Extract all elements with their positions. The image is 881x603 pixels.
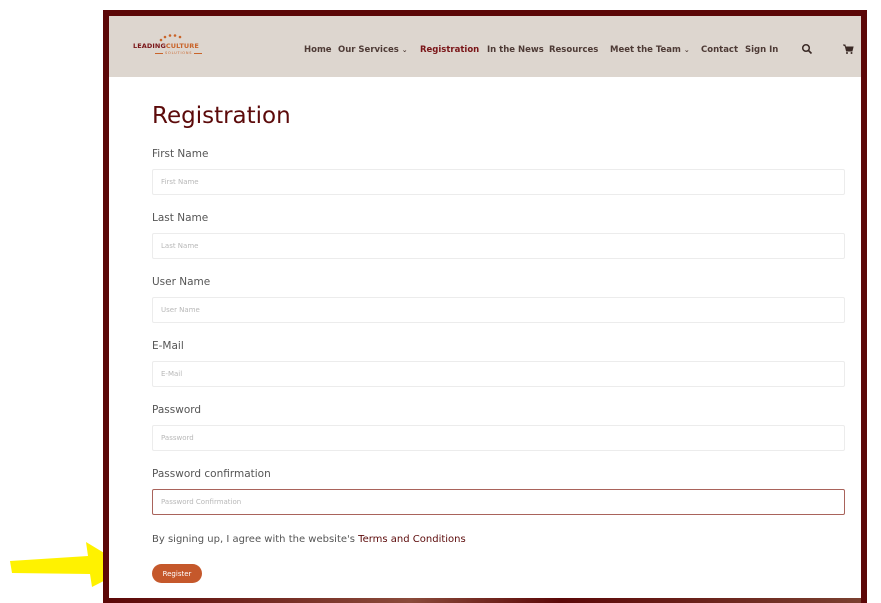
nav-meet-the-team[interactable]: Meet the Team ⌄ [610,45,690,55]
registration-content: Registration First Name Last Name User N… [109,77,861,603]
chevron-down-icon: ⌄ [683,46,690,54]
logo-arc-icon [159,34,182,42]
nav-meet-the-team-label: Meet the Team [610,45,681,55]
password-confirmation-label: Password confirmation [152,468,271,480]
nav-registration[interactable]: Registration [420,45,479,55]
register-button[interactable]: Register [152,564,202,583]
password-label: Password [152,404,202,416]
last-name-field[interactable] [152,233,845,259]
last-name-label: Last Name [152,212,209,224]
user-name-label: User Name [152,276,211,288]
password-field[interactable] [152,425,845,451]
first-name-field[interactable] [152,169,845,195]
logo-wordmark: LEADINGCULTURE [133,42,199,50]
site-header: LEADINGCULTURE SOLUTIONS Home Our Servic… [109,16,861,77]
nav-in-the-news[interactable]: In the News [487,45,544,55]
email-field[interactable] [152,361,845,387]
nav-our-services[interactable]: Our Services ⌄ [338,45,408,55]
logo-tagline: SOLUTIONS [153,51,204,55]
nav-resources[interactable]: Resources [549,45,598,55]
footer-image-strip [109,598,861,603]
nav-contact[interactable]: Contact [701,45,738,55]
user-name-field[interactable] [152,297,845,323]
password-confirmation-field[interactable] [152,489,845,515]
email-label: E-Mail [152,340,184,352]
terms-agreement-text: By signing up, I agree with the website'… [152,534,359,545]
search-icon[interactable] [801,43,813,55]
nav-sign-in[interactable]: Sign In [745,45,778,55]
browser-page-frame: LEADINGCULTURE SOLUTIONS Home Our Servic… [103,10,867,603]
nav-our-services-label: Our Services [338,45,399,55]
nav-home[interactable]: Home [304,45,332,55]
cart-icon[interactable] [842,43,854,55]
site-logo[interactable]: LEADINGCULTURE SOLUTIONS [133,32,211,62]
chevron-down-icon: ⌄ [401,46,408,54]
terms-and-conditions-link[interactable]: Terms and Conditions [358,534,466,545]
first-name-label: First Name [152,148,209,160]
page-title: Registration [152,103,291,129]
terms-agreement: By signing up, I agree with the website'… [152,534,466,545]
